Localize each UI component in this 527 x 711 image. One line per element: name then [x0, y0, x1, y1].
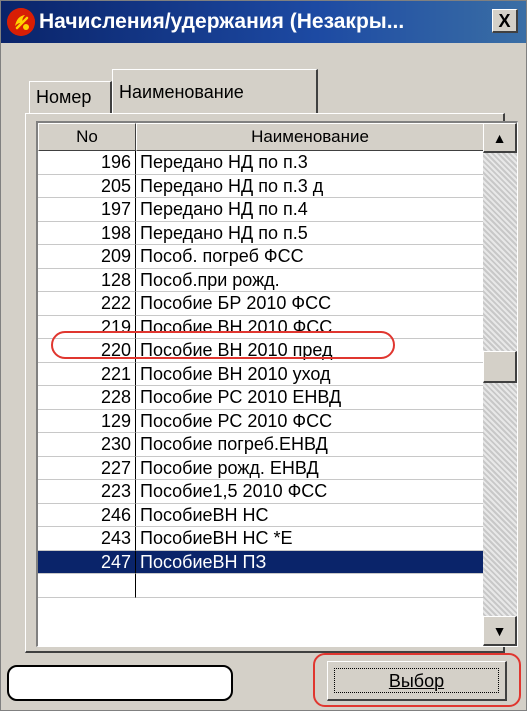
row-number: 220 — [38, 339, 136, 363]
row-name: Передано НД по п.3 — [136, 151, 484, 175]
table-row[interactable]: 246 ПособиеВН НС — [38, 503, 484, 527]
row-number: 129 — [38, 409, 136, 433]
row-number: 222 — [38, 292, 136, 316]
row-number: 247 — [38, 550, 136, 574]
table-row[interactable]: 219 Пособие ВН 2010 ФСС — [38, 315, 484, 339]
table-row[interactable]: 205 Передано НД по п.3 д — [38, 174, 484, 198]
row-number: 223 — [38, 480, 136, 504]
row-name: Пособие БР 2010 ФСС — [136, 292, 484, 316]
row-number: 219 — [38, 315, 136, 339]
close-button[interactable]: X — [492, 9, 518, 33]
table-row[interactable]: 247 ПособиеВН ПЗ — [38, 550, 484, 574]
row-name: Передано НД по п.5 — [136, 222, 484, 245]
row-name: Пособ.при рожд. — [136, 269, 484, 292]
row-name: Пособ. погреб ФСС — [136, 245, 484, 269]
table-row[interactable]: 129 Пособие РС 2010 ФСС — [38, 409, 484, 433]
tab-number[interactable]: Номер — [29, 81, 112, 113]
table-row[interactable]: 220 Пособие ВН 2010 пред — [38, 339, 484, 363]
row-number — [38, 574, 136, 598]
row-number: 205 — [38, 174, 136, 198]
row-number: 209 — [38, 245, 136, 269]
table-row[interactable]: 223 Пособие1,5 2010 ФСС — [38, 480, 484, 504]
row-number: 227 — [38, 456, 136, 480]
records-grid[interactable]: No Наименование 196 Передано НД по п.3 205… — [36, 121, 518, 647]
column-header-no[interactable]: No — [38, 123, 136, 151]
row-name: ПособиеВН НС *Е — [136, 527, 484, 551]
vertical-scrollbar[interactable]: ▲ ▼ — [483, 123, 517, 646]
row-name: Пособие1,5 2010 ФСС — [136, 480, 484, 504]
table-row[interactable]: 243 ПособиеВН НС *Е — [38, 527, 484, 551]
row-name: Пособие ВН 2010 ФСС — [136, 316, 484, 339]
row-number: 228 — [38, 386, 136, 410]
row-number: 128 — [38, 268, 136, 292]
title-bar[interactable]: Начисления/удержания (Незакры... X — [1, 1, 526, 43]
scroll-thumb[interactable] — [483, 351, 517, 383]
table-row[interactable]: 198 Передано НД по п.5 — [38, 221, 484, 245]
row-name: Пособие РС 2010 ЕНВД — [136, 386, 484, 410]
row-name: Пособие РС 2010 ФСС — [136, 410, 484, 433]
table-row[interactable]: 227 Пособие рожд. ЕНВД — [38, 456, 484, 480]
grid-header: No Наименование — [38, 123, 484, 151]
row-number: 196 — [38, 151, 136, 175]
row-number: 246 — [38, 503, 136, 527]
column-header-name[interactable]: Наименование — [136, 123, 484, 151]
row-name: ПособиеВН НС — [136, 504, 484, 527]
row-name — [136, 574, 484, 598]
table-row[interactable]: 222 Пособие БР 2010 ФСС — [38, 292, 484, 316]
row-name: Пособие ВН 2010 уход — [136, 363, 484, 386]
app-icon — [7, 8, 35, 36]
row-number: 243 — [38, 527, 136, 551]
row-number: 221 — [38, 362, 136, 386]
table-row[interactable]: 228 Пособие РС 2010 ЕНВД — [38, 386, 484, 410]
scroll-down-button[interactable]: ▼ — [483, 616, 517, 646]
row-number: 197 — [38, 198, 136, 222]
status-field — [7, 665, 233, 701]
window-title: Начисления/удержания (Незакры... — [39, 10, 405, 33]
row-name: Передано НД по п.4 — [136, 198, 484, 222]
select-button[interactable]: Выбор — [327, 661, 507, 701]
table-row[interactable]: 196 Передано НД по п.3 — [38, 151, 484, 175]
scroll-up-button[interactable]: ▲ — [483, 123, 517, 153]
table-row[interactable]: 209 Пособ. погреб ФСС — [38, 245, 484, 269]
row-name: Пособие погреб.ЕНВД — [136, 433, 484, 457]
table-row[interactable]: 221 Пособие ВН 2010 уход — [38, 362, 484, 386]
grid-rows: 196 Передано НД по п.3 205 Передано НД по п… — [38, 151, 484, 598]
table-row[interactable]: 128 Пособ.при рожд. — [38, 268, 484, 292]
row-name: Пособие рожд. ЕНВД — [136, 457, 484, 480]
row-number: 198 — [38, 221, 136, 245]
dialog-window: Начисления/удержания (Незакры... X Номер… — [0, 0, 527, 711]
row-name: ПособиеВН ПЗ — [136, 550, 484, 574]
row-name: Пособие ВН 2010 пред — [136, 339, 484, 363]
empty-row — [38, 574, 484, 598]
tab-name[interactable]: Наименование — [112, 69, 318, 113]
row-number: 230 — [38, 433, 136, 457]
row-name: Передано НД по п.3 д — [136, 175, 484, 198]
table-row[interactable]: 197 Передано НД по п.4 — [38, 198, 484, 222]
select-button-label: Выбор — [388, 671, 445, 691]
table-row[interactable]: 230 Пособие погреб.ЕНВД — [38, 433, 484, 457]
